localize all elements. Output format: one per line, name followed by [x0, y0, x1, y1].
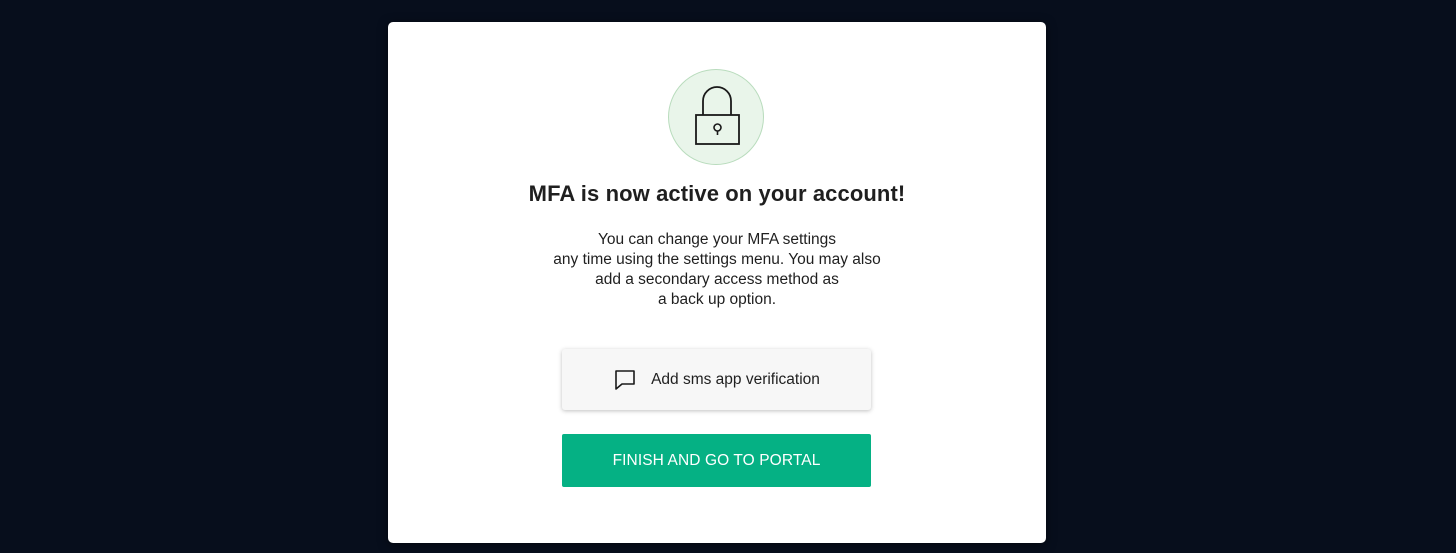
- dialog-description: You can change your MFA settings any tim…: [517, 230, 917, 310]
- add-sms-verification-label: Add sms app verification: [651, 370, 820, 388]
- padlock-icon-graphic: [695, 86, 740, 145]
- mfa-success-dialog: MFA is now active on your account! You c…: [388, 22, 1046, 543]
- chat-bubble-icon: [613, 368, 637, 392]
- padlock-icon: [668, 69, 764, 165]
- description-line: You can change your MFA settings: [597, 231, 837, 248]
- finish-and-go-to-portal-button[interactable]: FINISH AND GO TO PORTAL: [562, 434, 871, 487]
- description-line: any time using the settings menu. You ma…: [553, 251, 881, 268]
- add-sms-verification-button[interactable]: Add sms app verification: [562, 349, 871, 410]
- dialog-title: MFA is now active on your account!: [528, 181, 906, 206]
- description-line: a back up option.: [657, 291, 777, 308]
- description-line: add a secondary access method as: [595, 271, 839, 288]
